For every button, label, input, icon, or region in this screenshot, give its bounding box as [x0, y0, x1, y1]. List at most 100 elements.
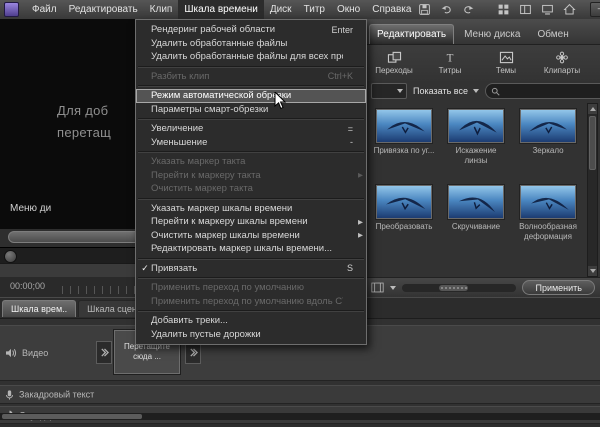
menu-item[interactable]: Увеличение=	[136, 122, 366, 136]
tasks-panel-tabs: РедактироватьМеню дискаОбмен	[366, 19, 600, 45]
effect-item[interactable]: Скручивание	[440, 185, 512, 261]
shuttle-knob[interactable]	[4, 250, 17, 263]
themes-icon	[499, 51, 514, 64]
submenu-arrow-icon: ▶	[353, 218, 363, 226]
menu-item: Перейти к маркеру такта▶	[136, 169, 366, 183]
options-chevron-icon[interactable]	[390, 286, 396, 290]
tab-disc-menu[interactable]: Меню диска	[457, 25, 527, 44]
menubar-item[interactable]: Файл	[26, 0, 63, 19]
timecode-label: 00:00;00	[10, 281, 45, 291]
menu-separator	[138, 151, 364, 153]
category-dropdown[interactable]	[371, 83, 407, 99]
arrow-right-icon	[100, 348, 109, 357]
effect-categories: Переходы TТитрыТемы Клипарты	[366, 45, 600, 81]
effect-item[interactable]: Искажение линзы	[440, 109, 512, 185]
menu-item[interactable]: Редактировать маркер шкалы времени...	[136, 242, 366, 256]
tab-share[interactable]: Обмен	[530, 25, 575, 44]
show-all-dropdown[interactable]: Показать все	[413, 84, 479, 98]
menu-item-label: Применить переход по умолчанию вдоль CTI	[151, 296, 343, 307]
menu-item[interactable]: Режим автоматической обрезки	[136, 89, 366, 103]
menu-item-label: Применить переход по умолчанию	[151, 282, 343, 293]
workspace-icon[interactable]	[518, 2, 533, 17]
category-themes[interactable]: Темы	[478, 51, 534, 75]
hscrollbar-thumb[interactable]	[439, 285, 469, 291]
titlebar-toolbar: – □ ×	[417, 2, 600, 17]
effect-thumbnail	[376, 185, 432, 219]
menubar-item[interactable]: Титр	[298, 0, 331, 19]
menu-item[interactable]: Уменьшение-	[136, 136, 366, 150]
video-track-header: Видео	[5, 348, 48, 358]
effects-scrollbar[interactable]	[587, 103, 598, 277]
effect-item[interactable]: Волнообразная деформация	[512, 185, 584, 261]
menu-item[interactable]: ✓ПривязатьS	[136, 262, 366, 276]
category-titles[interactable]: TТитры	[422, 51, 478, 75]
menubar-item[interactable]: Шкала времени	[178, 0, 263, 19]
category-label: Переходы	[375, 66, 413, 75]
effect-label: Привязка по уг...	[374, 146, 435, 156]
home-icon[interactable]	[562, 2, 577, 17]
menubar-item[interactable]: Клип	[144, 0, 179, 19]
effects-search-input[interactable]	[503, 85, 600, 97]
scrollbar-thumb[interactable]	[589, 116, 596, 170]
effects-grid: Привязка по уг... Искажение линзыЗеркало П…	[368, 103, 584, 283]
menu-item-label: Уменьшение	[151, 137, 340, 148]
insert-left-button[interactable]	[96, 341, 112, 364]
menu-item[interactable]: Добавить треки...	[136, 314, 366, 328]
menu-item[interactable]: Удалить пустые дорожки	[136, 328, 366, 342]
category-label: Титры	[439, 66, 462, 75]
category-cliparts[interactable]: Клипарты	[534, 51, 590, 75]
apply-button[interactable]: Применить	[522, 280, 595, 295]
menu-item-shortcut: =	[348, 124, 353, 134]
menu-item-label: Добавить треки...	[151, 315, 343, 326]
menu-separator	[138, 118, 364, 120]
menu-item-label: Привязать	[151, 263, 337, 274]
scroll-up-icon[interactable]	[588, 104, 597, 114]
effect-item[interactable]: Преобразовать	[368, 185, 440, 261]
tab-timeline-view[interactable]: Шкала врем..	[2, 300, 76, 317]
effect-label: Преобразовать	[376, 222, 433, 232]
effects-hscrollbar[interactable]	[402, 284, 516, 292]
effects-filter-row: Показать все	[366, 81, 600, 101]
check-icon: ✓	[139, 263, 151, 274]
menu-item-label: Указать маркер шкалы времени	[151, 203, 343, 214]
menubar-item[interactable]: Справка	[366, 0, 417, 19]
menu-item[interactable]: Удалить обработанные файлы для всех прое…	[136, 50, 366, 64]
save-icon[interactable]	[417, 2, 432, 17]
menu-separator	[138, 277, 364, 279]
undo-icon[interactable]	[439, 2, 454, 17]
grid-icon[interactable]	[496, 2, 511, 17]
timeline-hscrollbar-thumb[interactable]	[2, 414, 142, 419]
timeline-hscrollbar[interactable]	[0, 413, 600, 420]
search-box	[485, 83, 600, 99]
menu-item-label: Параметры смарт-обрезки	[151, 104, 343, 115]
menu-item[interactable]: Рендеринг рабочей областиEnter	[136, 23, 366, 37]
category-transitions[interactable]: Переходы	[366, 51, 422, 75]
menu-item-label: Удалить обработанные файлы	[151, 38, 343, 49]
menu-item[interactable]: Удалить обработанные файлы	[136, 37, 366, 51]
effect-thumbnail	[520, 185, 576, 219]
menu-separator	[138, 66, 364, 68]
redo-icon[interactable]	[461, 2, 476, 17]
effect-item[interactable]: Зеркало	[512, 109, 584, 185]
menubar-item[interactable]: Окно	[331, 0, 366, 19]
effect-thumbnail	[376, 109, 432, 143]
narration-track[interactable]: Закадровый текст	[0, 385, 600, 404]
menu-item-label: Указать маркер такта	[151, 156, 343, 167]
menubar-item[interactable]: Редактировать	[63, 0, 144, 19]
video-track-icon	[5, 348, 17, 358]
menu-item[interactable]: Параметры смарт-обрезки	[136, 103, 366, 117]
menu-item-label: Очистить маркер шкалы времени	[151, 230, 343, 241]
menu-item[interactable]: Очистить маркер шкалы времени▶	[136, 229, 366, 243]
effect-item[interactable]: Привязка по уг...	[368, 109, 440, 185]
menu-item: Указать маркер такта	[136, 155, 366, 169]
category-label: Клипарты	[544, 66, 580, 75]
filmstrip-icon[interactable]	[371, 282, 384, 293]
scroll-down-icon[interactable]	[588, 266, 597, 276]
menu-item[interactable]: Указать маркер шкалы времени	[136, 202, 366, 216]
menu-item[interactable]: Перейти к маркеру шкалы времени▶	[136, 215, 366, 229]
minimize-button[interactable]: –	[590, 2, 600, 17]
tab-edit[interactable]: Редактировать	[369, 24, 454, 44]
disc-menu-label[interactable]: Меню ди	[10, 203, 51, 214]
menubar-item[interactable]: Диск	[264, 0, 298, 19]
monitor-icon[interactable]	[540, 2, 555, 17]
